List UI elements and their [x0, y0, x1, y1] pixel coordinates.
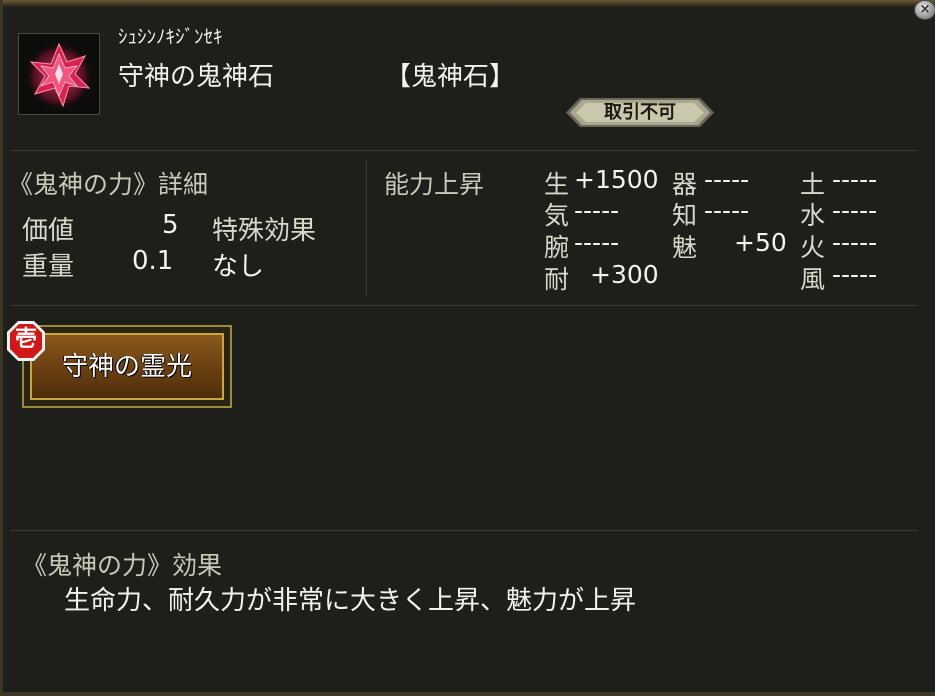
stat-mizu-value: ----- [832, 196, 878, 225]
trade-status-label: 取引不可 [604, 102, 676, 123]
divider-middle [10, 305, 918, 306]
skill-button[interactable]: 守神の霊光 [22, 325, 232, 408]
red-crystal-gem-icon [25, 42, 93, 110]
badge-label: 壱 [14, 327, 37, 352]
window-bottom-border [0, 692, 935, 696]
stat-ude-value: ----- [574, 228, 620, 257]
stat-mi-label: 魅 [672, 233, 698, 262]
stat-hi-label: 火 [800, 233, 826, 262]
effect-title: 《鬼神の力》効果 [22, 551, 223, 580]
value-label: 価値 [22, 216, 75, 246]
special-effect-value: なし [212, 252, 265, 282]
value-number: 5 [162, 210, 179, 240]
divider-bottom [10, 530, 918, 531]
stat-ude-label: 腕 [544, 233, 570, 262]
item-icon-frame [18, 33, 100, 115]
skill-label: 守神の霊光 [61, 352, 192, 382]
stat-mi-value: +50 [734, 228, 787, 257]
item-category: 【鬼神石】 [385, 62, 516, 92]
close-button[interactable]: × [914, 0, 935, 20]
detail-title: 《鬼神の力》詳細 [8, 170, 209, 199]
stat-tai-label: 耐 [544, 265, 570, 294]
stat-chi-value: ----- [704, 196, 750, 225]
stat-chi-label: 知 [672, 201, 698, 230]
stat-ki-tool-value: ----- [704, 165, 750, 194]
item-reading: ｼｭｼﾝﾉｷｼﾞﾝｾｷ [118, 26, 223, 48]
stat-sei-value: +1500 [574, 165, 659, 194]
window-left-border [0, 0, 3, 696]
effect-text: 生命力、耐久力が非常に大きく上昇、魅力が上昇 [64, 586, 637, 616]
stat-ki-value: ----- [574, 196, 620, 225]
stat-hi-value: ----- [832, 228, 878, 257]
weight-label: 重量 [22, 252, 75, 282]
divider-vertical [366, 160, 367, 296]
item-name: 守神の鬼神石 [118, 62, 275, 92]
special-effect-label: 特殊効果 [212, 216, 317, 246]
window-top-border [0, 0, 935, 8]
skill-button-face: 守神の霊光 [30, 333, 224, 400]
stat-kaze-value: ----- [832, 260, 878, 289]
stat-ki-label: 気 [544, 201, 570, 230]
stat-kaze-label: 風 [800, 265, 826, 294]
stat-mizu-label: 水 [800, 201, 826, 230]
ability-title: 能力上昇 [384, 170, 485, 199]
skill-tier-badge: 壱 [6, 320, 46, 362]
weight-number: 0.1 [132, 246, 174, 276]
stat-do-value: ----- [832, 165, 878, 194]
trade-status-badge: 取引不可 [566, 98, 714, 127]
divider-top [10, 150, 918, 151]
stat-tai-value: +300 [590, 260, 659, 289]
